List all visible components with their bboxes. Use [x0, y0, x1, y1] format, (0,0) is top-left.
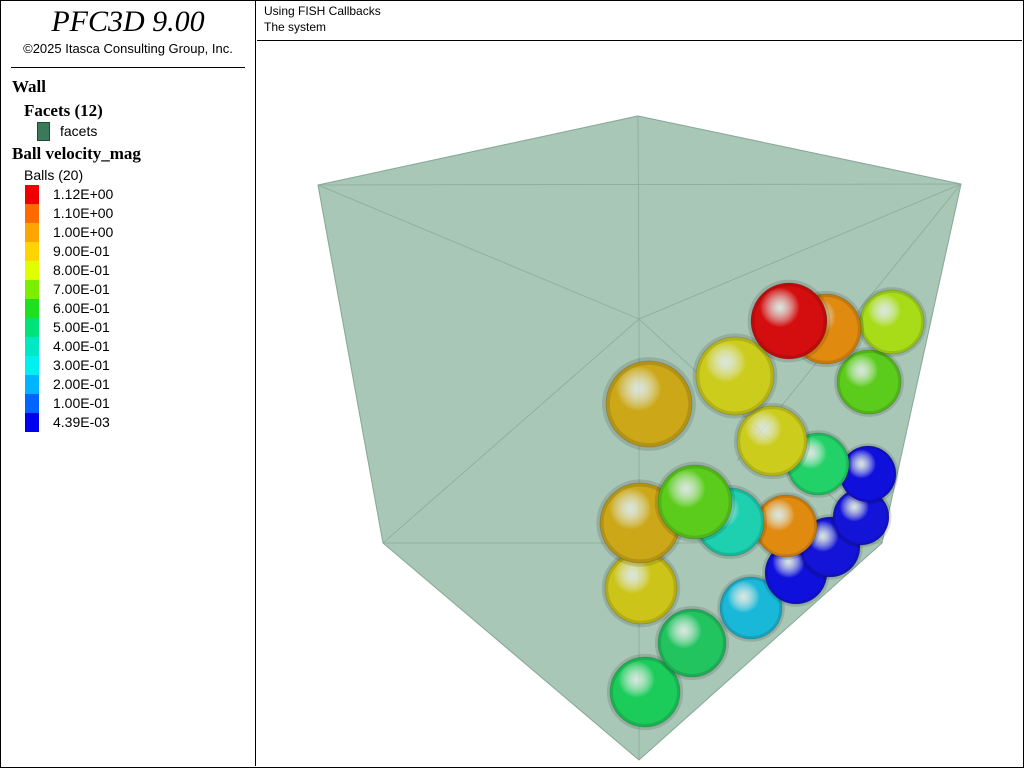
colorbar-label: 1.00E+00 [53, 224, 114, 240]
colorbar-swatch [25, 280, 39, 299]
colorbar-swatch [25, 223, 39, 242]
colorbar-label: 6.00E-01 [53, 300, 110, 316]
wall-heading: Wall [12, 77, 47, 96]
colorbar-label: 2.00E-01 [53, 376, 110, 392]
colorbar-label: 8.00E-01 [53, 262, 110, 278]
colorbar-label: 5.00E-01 [53, 319, 110, 335]
colorbar-label: 1.10E+00 [53, 205, 114, 221]
colorbar-label: 4.39E-03 [53, 414, 110, 430]
colorbar-swatch [25, 356, 39, 375]
velocity-colorbar [25, 185, 39, 432]
ball-velocity-heading: Ball velocity_mag [12, 144, 141, 163]
balls-count-label: Balls (20) [24, 167, 84, 183]
colorbar-swatch [25, 185, 39, 204]
plot-subtitle-2: The system [264, 20, 327, 34]
legend-panel: PFC3D 9.00 ©2025 Itasca Consulting Group… [1, 1, 256, 766]
colorbar-label: 1.12E+00 [53, 186, 114, 202]
colorbar-swatch [25, 337, 39, 356]
colorbar-label: 4.00E-01 [53, 338, 110, 354]
colorbar-label: 3.00E-01 [53, 357, 110, 373]
facet-color-swatch [37, 122, 50, 141]
colorbar-swatch [25, 413, 39, 432]
facet-label: facets [60, 123, 98, 139]
colorbar-swatch [25, 318, 39, 337]
colorbar-label: 9.00E-01 [53, 243, 110, 259]
colorbar-swatch [25, 375, 39, 394]
colorbar-swatch [25, 204, 39, 223]
colorbar-swatch [25, 261, 39, 280]
colorbar-label: 1.00E-01 [53, 395, 110, 411]
colorbar-swatch [25, 299, 39, 318]
facets-heading: Facets (12) [24, 101, 103, 120]
plot-subtitle-1: Using FISH Callbacks [264, 4, 381, 18]
plot-header: Using FISH Callbacks The system [257, 1, 1022, 41]
colorbar-swatch [25, 242, 39, 261]
colorbar-swatch [25, 394, 39, 413]
app-title: PFC3D 9.00 [51, 5, 205, 38]
colorbar-label: 7.00E-01 [53, 281, 110, 297]
scene-canvas[interactable] [257, 41, 1022, 766]
title-divider [11, 67, 245, 68]
3d-viewport[interactable] [257, 41, 1022, 766]
colorbar-labels: 1.12E+00 1.10E+00 1.00E+00 9.00E-01 8.00E-01… [53, 185, 113, 432]
copyright-text: ©2025 Itasca Consulting Group, Inc. [23, 41, 233, 56]
